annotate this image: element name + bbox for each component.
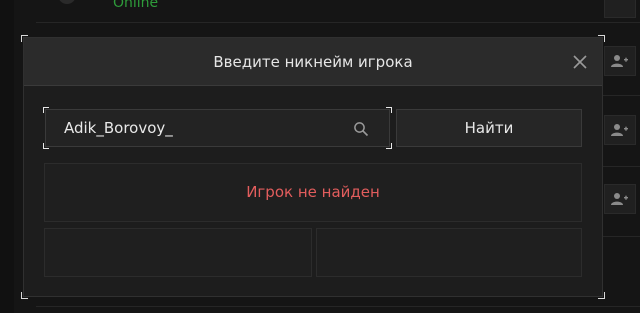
add-friend-button[interactable]	[604, 46, 636, 76]
corner-marker	[21, 292, 28, 299]
list-divider	[36, 306, 640, 307]
add-user-icon	[611, 123, 629, 137]
find-button[interactable]: Найти	[396, 109, 582, 147]
add-friend-button[interactable]	[604, 115, 636, 145]
friend-status-online: Online	[113, 0, 159, 11]
dialog-title: Введите никнейм игрока	[213, 53, 413, 71]
nickname-search-field[interactable]	[43, 107, 392, 149]
result-slot	[44, 228, 312, 277]
player-not-found-message: Игрок не найден	[246, 183, 380, 201]
focus-corner	[386, 143, 392, 149]
find-player-dialog: Введите никнейм игрока Найти Игрок не на…	[21, 35, 605, 299]
screen: Online Введите никнейм игрока Adik_Borov…	[0, 0, 640, 313]
add-friend-button[interactable]	[604, 184, 636, 214]
focus-corner	[386, 107, 392, 113]
list-divider	[36, 22, 640, 23]
add-user-icon	[611, 192, 629, 206]
result-slot	[316, 228, 582, 277]
nickname-input[interactable]	[46, 110, 346, 146]
search-result-box: Игрок не найден	[44, 163, 582, 222]
close-icon	[573, 55, 587, 69]
corner-marker	[598, 292, 605, 299]
add-friend-button[interactable]	[604, 0, 636, 18]
dialog-header: Введите никнейм игрока	[24, 38, 602, 86]
left-panel-edge	[0, 0, 14, 313]
search-icon	[354, 122, 369, 137]
add-user-icon	[611, 54, 629, 68]
avatar	[58, 0, 76, 4]
close-button[interactable]	[570, 52, 590, 72]
